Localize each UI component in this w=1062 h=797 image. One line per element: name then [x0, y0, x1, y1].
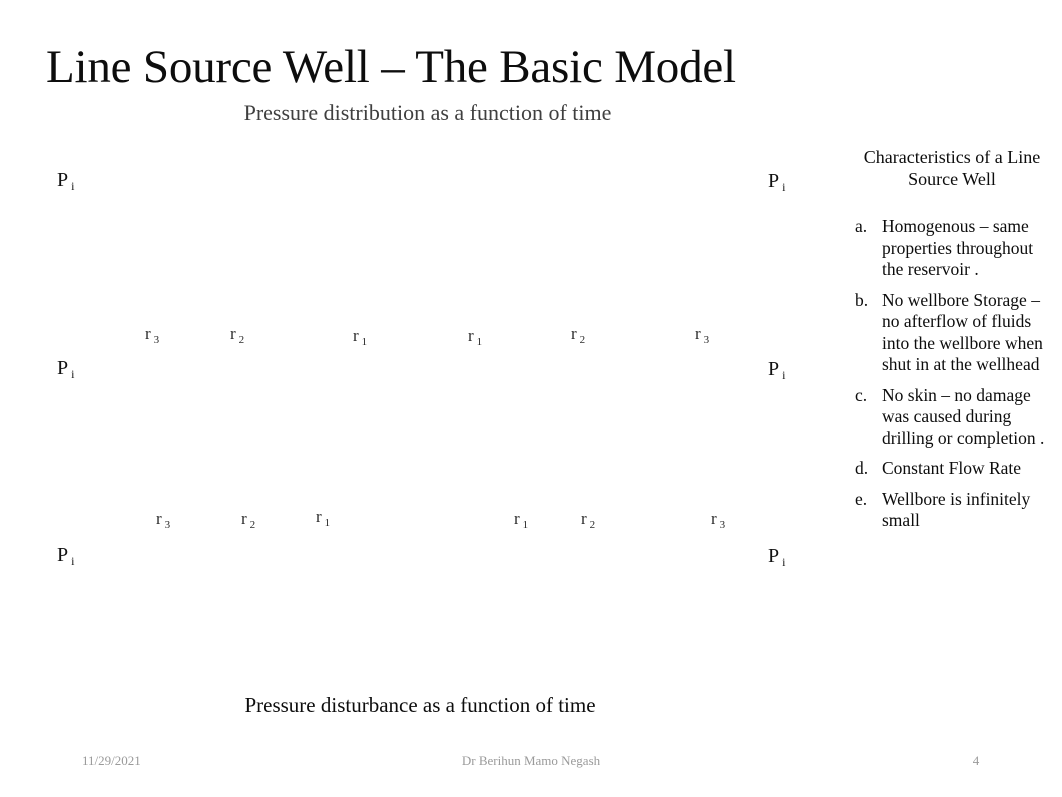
pressure-label-symbol: P: [57, 169, 69, 191]
list-item-text: Wellbore is infinitely small: [882, 488, 1031, 531]
radius-label-subscript: 1: [522, 519, 529, 531]
radius-label: r2: [581, 509, 595, 531]
radius-label-symbol: r: [145, 324, 151, 343]
pressure-label: Pi: [768, 170, 786, 194]
list-item-marker: b.: [855, 289, 869, 310]
radius-label-subscript: 2: [249, 519, 256, 531]
footer-slide-number: 4: [972, 753, 980, 768]
pressure-label-symbol: P: [768, 170, 780, 192]
radius-label: r1: [316, 507, 330, 529]
characteristics-list-item: c. No skin – no damage was caused during …: [846, 385, 1058, 450]
radius-label: r1: [353, 326, 367, 348]
radius-label-subscript: 3: [153, 334, 160, 346]
characteristics-list-item: b. No wellbore Storage – no afterflow of …: [846, 290, 1058, 376]
radius-label-subscript: 2: [579, 334, 586, 346]
list-item-text: Homogenous – same properties throughout …: [882, 216, 1034, 279]
radius-label-symbol: r: [230, 324, 236, 343]
list-item-marker: e.: [855, 488, 868, 509]
radius-label-subscript: 3: [164, 519, 171, 531]
pressure-label: Pi: [57, 169, 75, 193]
pressure-label: Pi: [57, 544, 75, 568]
pressure-label-subscript: i: [782, 180, 786, 194]
radius-label-subscript: 1: [324, 517, 331, 529]
pressure-label-symbol: P: [768, 545, 780, 567]
list-item-text: No skin – no damage was caused during dr…: [882, 384, 1045, 448]
radius-label-symbol: r: [316, 507, 322, 526]
radius-label-subscript: 2: [589, 519, 596, 531]
page-title: Line Source Well – The Basic Model: [46, 41, 736, 94]
characteristics-list-item: d. Constant Flow Rate: [846, 458, 1058, 480]
pressure-label: Pi: [768, 545, 786, 569]
characteristics-heading: Characteristics of a Line Source Well: [863, 147, 1041, 189]
radius-label-subscript: 1: [476, 336, 483, 348]
radius-label-symbol: r: [571, 324, 577, 343]
pressure-diagram: PiPiPiPiPiPir3r2r1r1r2r3r3r2r1r1r2r3: [46, 140, 816, 685]
radius-label-symbol: r: [514, 509, 520, 528]
slide-canvas: Line Source Well – The Basic Model Press…: [0, 0, 1062, 797]
list-item-text: Constant Flow Rate: [882, 458, 1022, 478]
list-item-marker: a.: [855, 216, 868, 236]
pressure-label: Pi: [768, 358, 786, 382]
bottom-caption: Pressure disturbance as a function of ti…: [244, 693, 596, 717]
pressure-label-symbol: P: [768, 358, 780, 380]
radius-label-subscript: 2: [238, 334, 245, 346]
radius-label-symbol: r: [241, 509, 247, 528]
radius-label: r3: [711, 509, 725, 531]
radius-label-subscript: 3: [719, 519, 726, 531]
radius-label-symbol: r: [353, 326, 359, 345]
characteristics-list: a. Homogenous – same properties throughou…: [846, 216, 1058, 532]
pressure-label-symbol: P: [57, 357, 69, 379]
pressure-label-subscript: i: [71, 554, 75, 568]
radius-label-subscript: 3: [703, 334, 710, 346]
characteristics-panel: Characteristics of a Line Source Well a.…: [846, 146, 1058, 541]
radius-label: r2: [230, 324, 244, 346]
pressure-label-subscript: i: [782, 368, 786, 382]
top-caption: Pressure distribution as a function of t…: [243, 100, 612, 125]
pressure-label-subscript: i: [71, 179, 75, 193]
radius-label-subscript: 1: [361, 336, 368, 348]
pressure-label-subscript: i: [782, 555, 786, 569]
radius-label: r1: [468, 326, 482, 348]
radius-label: r2: [571, 324, 585, 346]
radius-label: r1: [514, 509, 528, 531]
radius-label: r2: [241, 509, 255, 531]
radius-label-symbol: r: [156, 509, 162, 528]
radius-label: r3: [156, 509, 170, 531]
list-item-marker: c.: [855, 384, 868, 405]
radius-label-symbol: r: [581, 509, 587, 528]
list-item-marker: d.: [855, 458, 869, 478]
radius-label-symbol: r: [711, 509, 717, 528]
radius-label: r3: [695, 324, 709, 346]
footer-author: Dr Berihun Mamo Negash: [461, 753, 601, 768]
pressure-label: Pi: [57, 357, 75, 381]
characteristics-list-item: a. Homogenous – same properties throughou…: [846, 216, 1058, 281]
characteristics-list-item: e. Wellbore is infinitely small: [846, 489, 1058, 532]
pressure-label-symbol: P: [57, 544, 69, 566]
radius-label-symbol: r: [695, 324, 701, 343]
slide-footer: 11/29/2021 Dr Berihun Mamo Negash 4: [0, 752, 1062, 776]
radius-label-symbol: r: [468, 326, 474, 345]
list-item-text: No wellbore Storage – no afterflow of fl…: [882, 289, 1043, 375]
radius-label: r3: [145, 324, 159, 346]
pressure-label-subscript: i: [71, 367, 75, 381]
